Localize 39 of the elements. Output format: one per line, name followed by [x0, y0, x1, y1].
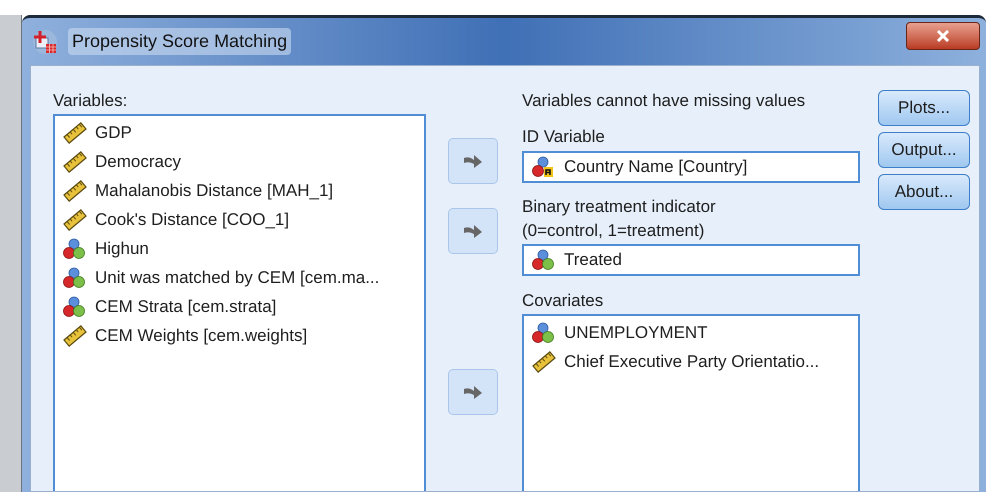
arrow-icon: [463, 153, 483, 169]
app-icon: [32, 28, 58, 54]
variable-item[interactable]: CEM Weights [cem.weights]: [95, 322, 308, 348]
move-arrow-button[interactable]: [448, 369, 498, 415]
treatment-label: Binary treatment indicator: [522, 196, 717, 218]
nominal-icon: [532, 322, 556, 344]
nominal-icon: [63, 266, 87, 288]
nominal-icon: [532, 249, 556, 271]
variables-label: Variables:: [53, 90, 128, 112]
covariates-list[interactable]: UNEMPLOYMENT Chief Executive Party Orientatio...: [522, 314, 860, 491]
dialog-button[interactable]: Plots...: [878, 90, 970, 126]
close-icon: [936, 30, 950, 42]
covariate-item[interactable]: Chief Executive Party Orientatio...: [564, 348, 820, 374]
nominal-icon: [63, 238, 87, 260]
covariates-label: Covariates: [522, 290, 604, 312]
dialog-button[interactable]: Output...: [878, 132, 970, 168]
window-title: Propensity Score Matching: [68, 28, 292, 55]
variable-item[interactable]: Democracy: [95, 148, 181, 174]
variable-item[interactable]: Cook's Distance [COO_1]: [95, 206, 290, 232]
id-variable-field[interactable]: Country Name [Country]: [522, 151, 860, 183]
variable-item[interactable]: Highun: [95, 236, 149, 262]
variable-item[interactable]: Unit was matched by CEM [cem.ma...: [95, 264, 380, 290]
variables-list[interactable]: GDP Democracy Mahalanobis Distance [MAH_1] Cook's Distance [COO_1] Highun Unit was matched by CEM [cem.ma... CEM Strata [cem.strata] CEM Weights [cem.weights]: [53, 114, 426, 491]
move-arrow-button[interactable]: [448, 208, 498, 254]
close-button[interactable]: [906, 22, 980, 50]
missing-values-note: Variables cannot have missing values: [522, 90, 806, 112]
treatment-sublabel: (0=control, 1=treatment): [522, 220, 706, 242]
string-nominal-icon: [532, 156, 556, 178]
nominal-icon: [63, 296, 87, 318]
id-variable-label: ID Variable: [522, 126, 606, 148]
variable-item[interactable]: GDP: [95, 120, 132, 146]
arrow-icon: [463, 384, 483, 400]
covariate-item[interactable]: UNEMPLOYMENT: [564, 320, 708, 346]
move-arrow-button[interactable]: [448, 138, 498, 184]
variable-item[interactable]: CEM Strata [cem.strata]: [95, 294, 276, 320]
dialog-button[interactable]: About...: [878, 174, 970, 210]
treatment-field[interactable]: Treated: [522, 244, 860, 276]
arrow-icon: [463, 223, 483, 239]
variable-item[interactable]: Mahalanobis Distance [MAH_1]: [95, 178, 334, 204]
